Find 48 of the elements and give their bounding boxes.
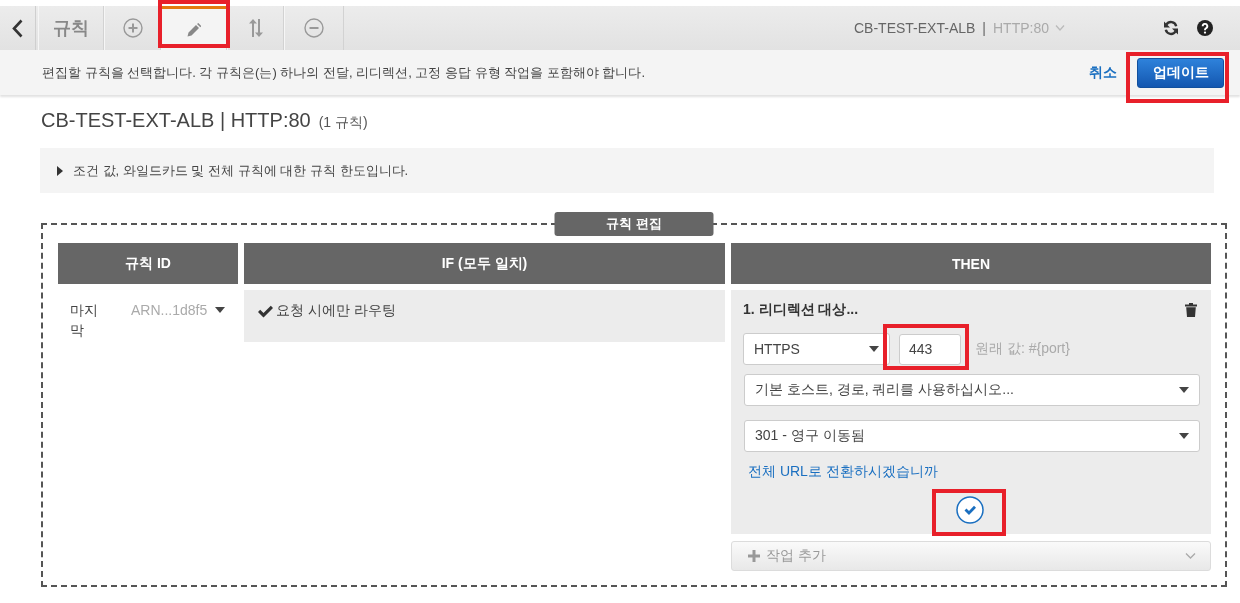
- cancel-link[interactable]: 취소: [1089, 63, 1117, 82]
- port-field[interactable]: 443: [899, 333, 961, 365]
- refresh-button[interactable]: [1163, 20, 1179, 36]
- check-icon: [258, 304, 273, 318]
- chevron-down-icon: [1185, 553, 1196, 559]
- page-title: CB-TEST-EXT-ALB | HTTP:80: [41, 109, 311, 132]
- chevron-down-icon: [1055, 25, 1065, 31]
- chevron-left-icon: [12, 18, 23, 38]
- trash-icon: [1185, 303, 1197, 317]
- help-button[interactable]: [1197, 20, 1213, 36]
- rule-count: (1 규칙): [318, 114, 368, 132]
- help-icon: [1197, 20, 1213, 36]
- listener-name: HTTP:80: [993, 20, 1049, 36]
- delete-action-button[interactable]: [1185, 303, 1197, 317]
- port-hint-text: 원래 값: #{port}: [975, 340, 1070, 358]
- load-balancer-name: CB-TEST-EXT-ALB: [854, 20, 976, 36]
- status-code-select[interactable]: 301 - 영구 이동됨: [744, 420, 1200, 452]
- add-action-text: 작업 추가: [766, 547, 826, 565]
- confirm-button[interactable]: [956, 496, 984, 524]
- separator-text: |: [982, 20, 986, 36]
- column-header: IF (모두 일치): [244, 243, 725, 284]
- full-url-link[interactable]: 전체 URL로 전환하시겠습니까: [748, 463, 938, 480]
- plus-circle-icon: [122, 18, 143, 38]
- limits-panel[interactable]: 조건 값, 와일드카드 및 전체 규칙에 대한 규칙 한도입니다.: [40, 148, 1214, 193]
- column-header: THEN: [731, 243, 1211, 284]
- instruction-text: 편집할 규칙을 선택합니다. 각 규칙은(는) 하나의 전달, 리디렉션, 고정 응답 유형 작업을 포함해야 합니다.: [42, 63, 646, 82]
- check-circle-icon: [956, 496, 984, 524]
- caret-down-icon: [1179, 433, 1189, 439]
- protocol-select[interactable]: HTTPS: [743, 333, 890, 365]
- target-select[interactable]: 기본 호스트, 경로, 쿼리를 사용하십시오...: [744, 374, 1200, 406]
- column-header: 규칙 ID: [58, 243, 238, 284]
- refresh-icon: [1163, 20, 1179, 36]
- plus-icon: [748, 550, 760, 562]
- caret-down-icon: [869, 346, 879, 352]
- priority-text: 마지막: [70, 301, 99, 340]
- rule-id-text: ARN...1d8f5: [131, 302, 208, 318]
- up-down-arrows-icon: [248, 19, 263, 37]
- limits-text: 조건 값, 와일드카드 및 전체 규칙에 대한 규칙 한도입니다.: [73, 161, 409, 180]
- editor-legend: 규칙 편집: [554, 212, 714, 236]
- caret-down-icon: [215, 307, 226, 313]
- action-title: 1. 리디렉션 대상...: [743, 301, 859, 319]
- condition-text: 요청 시에만 라우팅: [276, 302, 396, 320]
- caret-down-icon: [1179, 387, 1189, 393]
- listener-dropdown[interactable]: CB-TEST-EXT-ALB | HTTP:80: [854, 20, 1065, 36]
- update-button[interactable]: 업데이트: [1137, 57, 1224, 88]
- pencil-icon: [187, 22, 201, 37]
- minus-circle-icon: [304, 18, 324, 38]
- add-action-button[interactable]: 작업 추가: [731, 541, 1211, 571]
